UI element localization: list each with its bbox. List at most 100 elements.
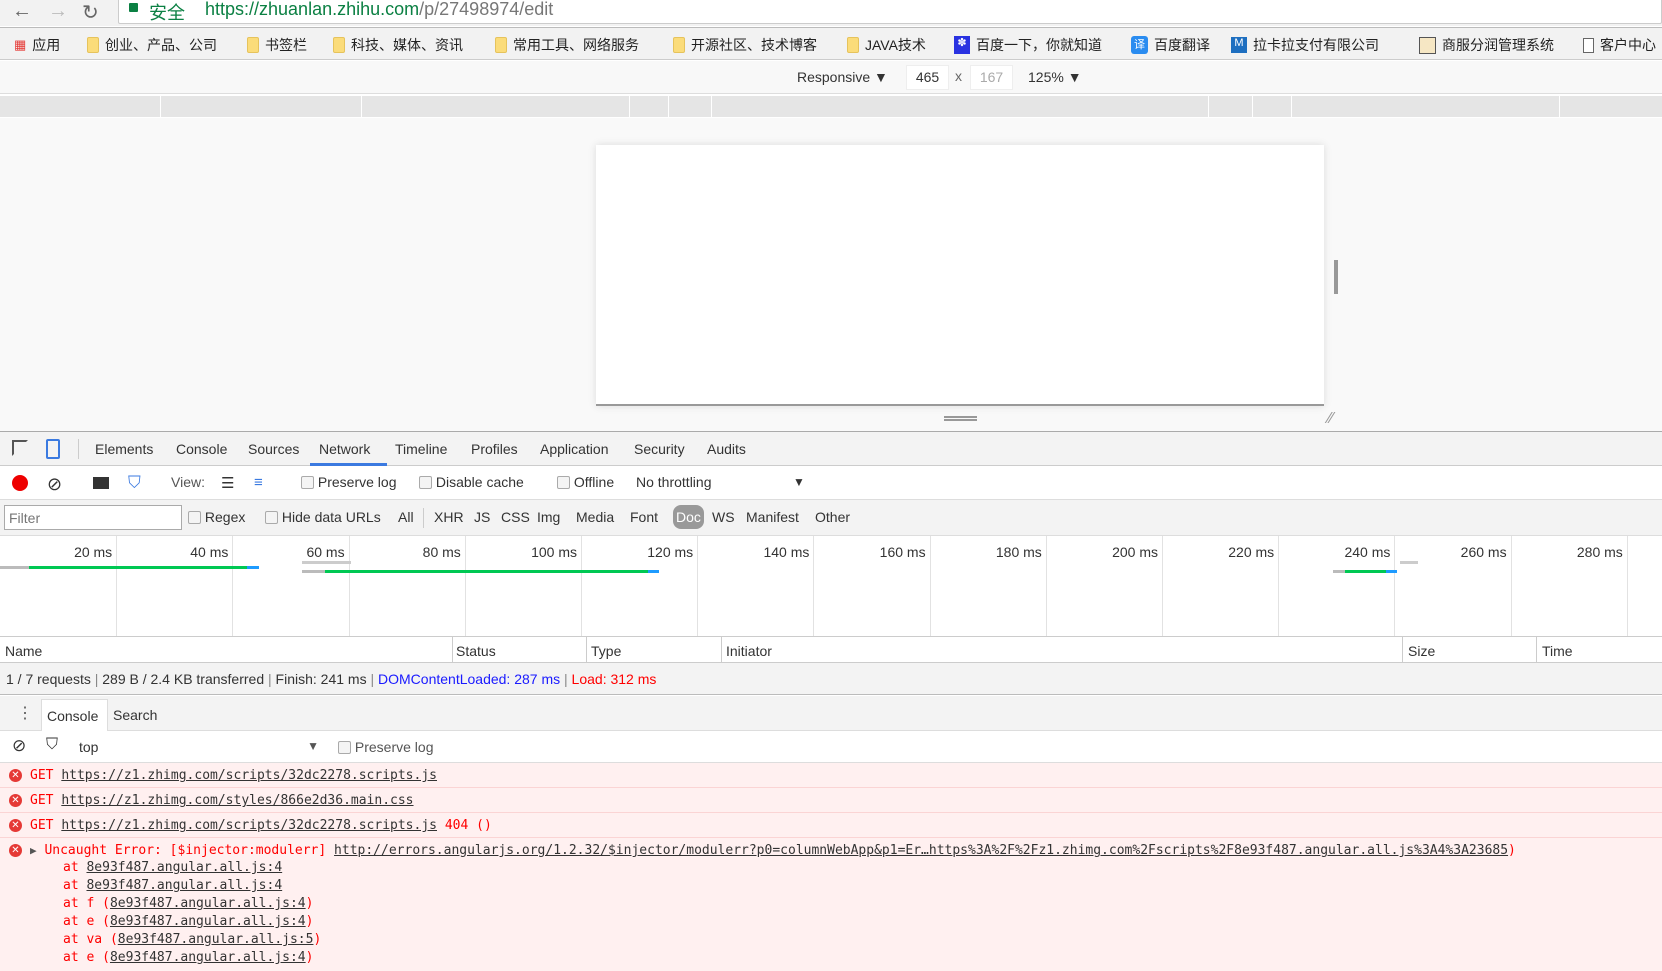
stack-frame: at e (8e93f487.angular.all.js:4): [0, 913, 1662, 931]
resize-handle-right[interactable]: [1334, 260, 1338, 294]
tab-profiles[interactable]: Profiles: [471, 441, 518, 457]
baidu-paw-icon: ✽: [954, 36, 970, 54]
bookmark-folder[interactable]: JAVA技术: [847, 35, 926, 55]
url-input[interactable]: 安全 https://zhuanlan.zhihu.com/p/27498974…: [118, 0, 1662, 24]
disable-cache-checkbox[interactable]: Disable cache: [419, 474, 524, 490]
bookmark-folder[interactable]: 常用工具、网络服务: [495, 35, 639, 55]
resource-link[interactable]: https://z1.zhimg.com/scripts/32dc2278.sc…: [61, 818, 437, 833]
waterfall-icon[interactable]: ≡: [254, 474, 263, 491]
height-input[interactable]: 167: [970, 65, 1013, 90]
column-type[interactable]: Type: [591, 643, 621, 659]
large-rows-icon[interactable]: ☰: [221, 474, 234, 492]
bar-waiting: [325, 570, 648, 573]
type-filter-css[interactable]: CSS: [501, 509, 530, 525]
filter-icon[interactable]: ⛉: [128, 473, 141, 493]
device-mode-select[interactable]: Responsive ▼: [797, 69, 888, 85]
checkbox[interactable]: [188, 511, 201, 524]
reload-icon[interactable]: ↻: [82, 0, 99, 25]
gridline: [1626, 536, 1628, 636]
stack-file-link[interactable]: 8e93f487.angular.all.js:4: [86, 878, 282, 893]
bookmark-folder[interactable]: 开源社区、技术博客: [673, 35, 817, 55]
back-icon[interactable]: ←: [12, 0, 32, 23]
checkbox[interactable]: [419, 476, 432, 489]
bookmark-apps[interactable]: ▦ 应用: [14, 35, 60, 55]
bookmark-customer[interactable]: 客户中心: [1583, 35, 1656, 55]
tab-network[interactable]: Network: [319, 441, 370, 457]
column-size[interactable]: Size: [1408, 643, 1435, 659]
filter-icon[interactable]: ⛉: [46, 736, 58, 754]
throttling-select[interactable]: No throttling: [636, 474, 711, 490]
media-query-bar[interactable]: [0, 96, 1662, 117]
resource-link[interactable]: https://z1.zhimg.com/styles/866e2d36.mai…: [61, 793, 413, 808]
type-filter-xhr[interactable]: XHR: [434, 509, 464, 525]
width-input[interactable]: 465: [906, 65, 949, 90]
tab-timeline[interactable]: Timeline: [395, 441, 447, 457]
bookmark-merchant[interactable]: 商服分润管理系统: [1419, 35, 1554, 55]
resize-corner-icon[interactable]: ⁄⁄: [1328, 410, 1333, 428]
offline-checkbox[interactable]: Offline: [557, 474, 614, 490]
bookmark-folder[interactable]: 书签栏: [247, 35, 307, 55]
forward-icon[interactable]: →: [48, 0, 68, 23]
filter-input[interactable]: [4, 505, 182, 530]
checkbox[interactable]: [265, 511, 278, 524]
tick-label: 120 ms: [647, 544, 694, 560]
bookmark-label: 书签栏: [265, 37, 307, 53]
dropdown-arrow-icon[interactable]: ▼: [793, 475, 805, 489]
regex-checkbox[interactable]: Regex: [188, 509, 245, 525]
type-filter-all[interactable]: All: [398, 509, 414, 525]
type-filter-ws[interactable]: WS: [712, 509, 735, 525]
clear-icon[interactable]: ⊘: [47, 474, 62, 495]
column-name[interactable]: Name: [5, 643, 42, 659]
tab-elements[interactable]: Elements: [95, 441, 153, 457]
resource-link[interactable]: https://z1.zhimg.com/scripts/32dc2278.sc…: [61, 768, 437, 783]
checkbox[interactable]: [338, 741, 351, 754]
device-toggle-icon[interactable]: [46, 439, 60, 459]
type-filter-js[interactable]: JS: [474, 509, 490, 525]
type-filter-doc[interactable]: Doc: [673, 505, 704, 529]
preserve-log-checkbox[interactable]: Preserve log: [338, 739, 433, 755]
record-icon[interactable]: [12, 475, 28, 491]
address-bar-row: ← → ↻ 安全 https://zhuanlan.zhihu.com/p/27…: [0, 0, 1662, 26]
type-filter-manifest[interactable]: Manifest: [746, 509, 799, 525]
type-filter-other[interactable]: Other: [815, 509, 850, 525]
hide-data-urls-checkbox[interactable]: Hide data URLs: [265, 509, 381, 525]
clear-console-icon[interactable]: ⊘: [12, 736, 26, 756]
bookmark-baidu-translate[interactable]: 译百度翻译: [1131, 35, 1210, 55]
type-filter-font[interactable]: Font: [630, 509, 658, 525]
tab-audits[interactable]: Audits: [707, 441, 746, 457]
stack-file-link[interactable]: 8e93f487.angular.all.js:4: [110, 950, 306, 965]
column-time[interactable]: Time: [1542, 643, 1573, 659]
context-select[interactable]: top ▼: [79, 739, 319, 755]
resize-handle-bottom[interactable]: [944, 416, 977, 421]
bookmark-lakala[interactable]: M 拉卡拉支付有限公司: [1231, 35, 1379, 55]
checkbox[interactable]: [301, 476, 314, 489]
tab-sources[interactable]: Sources: [248, 441, 299, 457]
preserve-log-checkbox[interactable]: Preserve log: [301, 474, 396, 490]
drawer-tab-search[interactable]: Search: [113, 707, 157, 723]
stack-file-link[interactable]: 8e93f487.angular.all.js:5: [118, 932, 314, 947]
stack-file-link[interactable]: 8e93f487.angular.all.js:4: [110, 914, 306, 929]
error-link[interactable]: http://errors.angularjs.org/1.2.32/$inje…: [334, 843, 1508, 858]
tab-console[interactable]: Console: [176, 441, 227, 457]
column-status[interactable]: Status: [456, 643, 496, 659]
tab-application[interactable]: Application: [540, 441, 609, 457]
type-filter-img[interactable]: Img: [537, 509, 560, 525]
screenshot-camera-icon[interactable]: [93, 477, 109, 489]
tab-security[interactable]: Security: [634, 441, 685, 457]
bookmark-folder[interactable]: 创业、产品、公司: [87, 35, 217, 55]
bookmark-baidu[interactable]: ✽ 百度一下，你就知道: [954, 35, 1102, 55]
stack-file-link[interactable]: 8e93f487.angular.all.js:4: [86, 860, 282, 875]
console-error-message: ✕ GET https://z1.zhimg.com/scripts/32dc22…: [0, 813, 1662, 838]
type-filter-media[interactable]: Media: [576, 509, 614, 525]
checkbox[interactable]: [557, 476, 570, 489]
column-initiator[interactable]: Initiator: [726, 643, 772, 659]
inspect-element-icon[interactable]: [12, 440, 28, 456]
bar-queue: [302, 570, 326, 573]
more-options-icon[interactable]: ⋮: [17, 703, 33, 723]
drawer-tab-console[interactable]: Console: [41, 699, 108, 731]
zoom-select[interactable]: 125% ▼: [1028, 69, 1082, 85]
expand-triangle-icon[interactable]: ▶: [30, 844, 37, 857]
stack-file-link[interactable]: 8e93f487.angular.all.js:4: [110, 896, 306, 911]
bookmark-folder[interactable]: 科技、媒体、资讯: [333, 35, 463, 55]
zoom-label: 125%: [1028, 69, 1064, 85]
